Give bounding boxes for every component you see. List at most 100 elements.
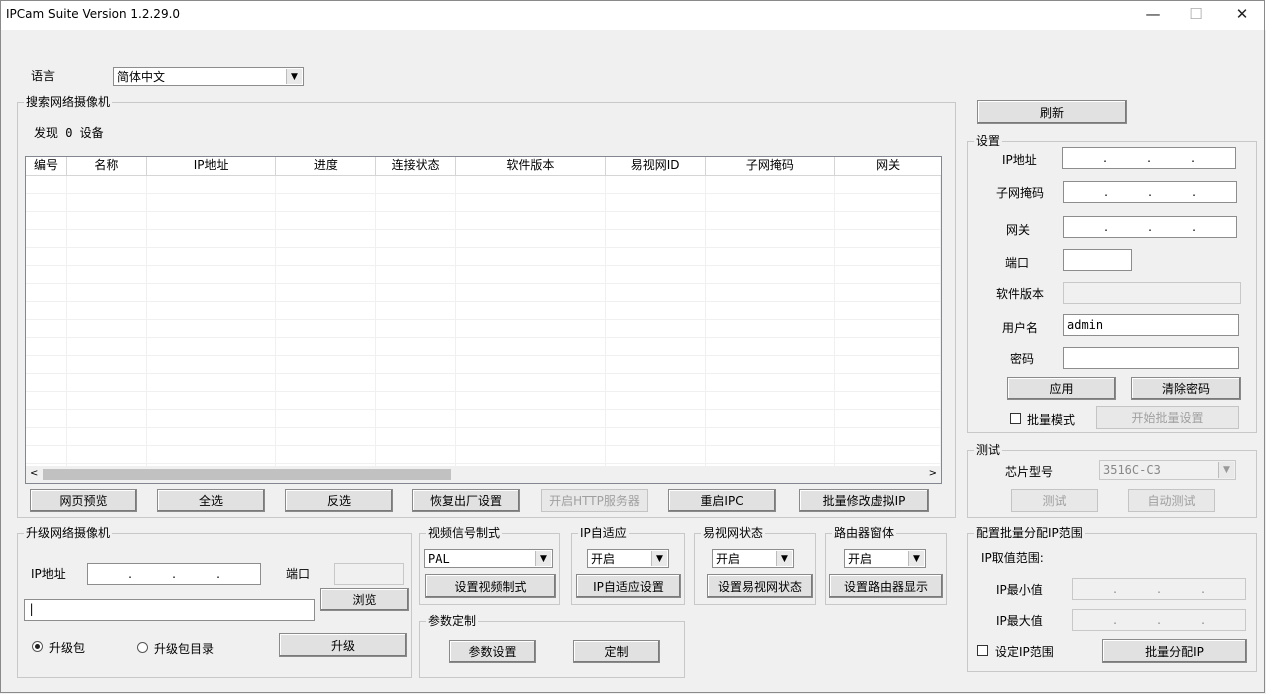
column-header[interactable]: 网关 bbox=[835, 157, 941, 175]
video-standard-select[interactable]: PAL ▼ bbox=[424, 549, 553, 568]
start-batch-button[interactable]: 开始批量设置 bbox=[1096, 406, 1239, 429]
scroll-right-icon[interactable]: > bbox=[929, 468, 937, 479]
column-header[interactable]: 连接状态 bbox=[376, 157, 457, 175]
set-video-standard-button[interactable]: 设置视频制式 bbox=[425, 574, 556, 598]
param-settings-button[interactable]: 参数设置 bbox=[449, 640, 536, 663]
set-ip-range-label: 设定IP范围 bbox=[995, 645, 1054, 659]
upgrade-button[interactable]: 升级 bbox=[279, 633, 407, 657]
table-cell bbox=[606, 446, 706, 463]
web-preview-button[interactable]: 网页预览 bbox=[30, 489, 137, 512]
chevron-down-icon: ▼ bbox=[1218, 462, 1234, 478]
table-cell bbox=[835, 446, 941, 463]
ip-min-label: IP最小值 bbox=[996, 583, 1043, 597]
table-cell bbox=[456, 338, 606, 355]
table-cell bbox=[456, 230, 606, 247]
set-ysw-status-button[interactable]: 设置易视网状态 bbox=[707, 574, 813, 598]
table-cell bbox=[67, 212, 147, 229]
gateway-field[interactable]: ... bbox=[1063, 216, 1237, 238]
batch-ip-legend: 配置批量分配IP范围 bbox=[974, 525, 1085, 541]
table-cell bbox=[26, 302, 67, 319]
maximize-button[interactable]: ☐ bbox=[1173, 0, 1219, 30]
scroll-left-icon[interactable]: < bbox=[30, 468, 38, 479]
apply-button[interactable]: 应用 bbox=[1007, 377, 1116, 400]
horizontal-scrollbar[interactable]: < > bbox=[26, 466, 941, 483]
factory-reset-button[interactable]: 恢复出厂设置 bbox=[412, 489, 520, 512]
ysw-status-select[interactable]: 开启 ▼ bbox=[712, 549, 794, 568]
column-header[interactable]: 编号 bbox=[26, 157, 67, 175]
upgrade-ip-field[interactable]: ... bbox=[87, 563, 261, 585]
select-all-button[interactable]: 全选 bbox=[157, 489, 265, 512]
table-cell bbox=[376, 374, 457, 391]
scroll-thumb[interactable] bbox=[43, 469, 451, 480]
column-header[interactable]: 软件版本 bbox=[456, 157, 606, 175]
set-ip-range-checkbox[interactable] bbox=[977, 645, 988, 656]
batch-assign-ip-button[interactable]: 批量分配IP bbox=[1102, 639, 1247, 663]
table-cell bbox=[456, 428, 606, 445]
password-field[interactable] bbox=[1063, 347, 1239, 369]
upgrade-file-path[interactable]: | bbox=[24, 599, 315, 621]
table-cell bbox=[456, 176, 606, 193]
column-header[interactable]: 进度 bbox=[276, 157, 377, 175]
set-router-display-button[interactable]: 设置路由器显示 bbox=[829, 574, 943, 598]
auto-test-button[interactable]: 自动测试 bbox=[1128, 489, 1215, 512]
refresh-button[interactable]: 刷新 bbox=[977, 100, 1127, 124]
ip-address-field[interactable]: ... bbox=[1062, 147, 1236, 169]
subnet-mask-field[interactable]: ... bbox=[1063, 181, 1237, 203]
close-button[interactable]: ✕ bbox=[1219, 0, 1265, 30]
table-cell bbox=[147, 176, 277, 193]
router-window-value: 开启 bbox=[848, 552, 873, 566]
table-cell bbox=[606, 302, 706, 319]
column-header[interactable]: 名称 bbox=[66, 157, 147, 175]
table-cell bbox=[706, 338, 836, 355]
clear-password-button[interactable]: 清除密码 bbox=[1131, 377, 1241, 400]
column-header[interactable]: IP地址 bbox=[146, 157, 277, 175]
username-field[interactable]: admin bbox=[1063, 314, 1239, 336]
ip-adapt-select[interactable]: 开启 ▼ bbox=[587, 549, 669, 568]
invert-selection-button[interactable]: 反选 bbox=[285, 489, 393, 512]
browse-button[interactable]: 浏览 bbox=[320, 588, 409, 611]
reboot-ipc-button[interactable]: 重启IPC bbox=[668, 489, 776, 512]
table-cell bbox=[147, 356, 277, 373]
table-cell bbox=[456, 392, 606, 409]
batch-virtual-ip-button[interactable]: 批量修改虚拟IP bbox=[799, 489, 929, 512]
table-cell bbox=[835, 410, 941, 427]
table-cell bbox=[147, 410, 277, 427]
upgrade-package-label: 升级包 bbox=[49, 641, 86, 655]
column-header[interactable]: 易视网ID bbox=[605, 157, 706, 175]
upgrade-package-radio[interactable] bbox=[32, 641, 43, 652]
router-window-select[interactable]: 开启 ▼ bbox=[844, 549, 926, 568]
table-cell bbox=[456, 284, 606, 301]
table-cell bbox=[147, 230, 277, 247]
table-cell bbox=[606, 428, 706, 445]
table-cell bbox=[456, 356, 606, 373]
language-select[interactable]: 简体中文 ▼ bbox=[113, 67, 304, 86]
table-cell bbox=[835, 248, 941, 265]
http-server-button[interactable]: 开启HTTP服务器 bbox=[541, 489, 648, 512]
port-field[interactable] bbox=[1063, 249, 1132, 271]
table-cell bbox=[276, 302, 377, 319]
test-button[interactable]: 测试 bbox=[1011, 489, 1098, 512]
table-cell bbox=[276, 194, 377, 211]
table-cell bbox=[376, 392, 457, 409]
customize-button[interactable]: 定制 bbox=[573, 640, 660, 663]
table-row bbox=[26, 320, 941, 338]
table-cell bbox=[606, 410, 706, 427]
table-cell bbox=[147, 320, 277, 337]
column-header[interactable]: 子网掩码 bbox=[705, 157, 836, 175]
ip-adapt-settings-button[interactable]: IP自适应设置 bbox=[576, 574, 681, 598]
minimize-button[interactable]: — bbox=[1130, 0, 1176, 30]
table-cell bbox=[147, 392, 277, 409]
ip-min-field: ... bbox=[1072, 578, 1246, 600]
table-cell bbox=[276, 266, 377, 283]
upgrade-directory-radio[interactable] bbox=[137, 642, 148, 653]
list-header: 编号 名称 IP地址 进度 连接状态 软件版本 易视网ID 子网掩码 网关 bbox=[26, 157, 941, 176]
device-list[interactable]: 编号 名称 IP地址 进度 连接状态 软件版本 易视网ID 子网掩码 网关 < … bbox=[25, 156, 942, 484]
software-version-field bbox=[1063, 282, 1241, 304]
table-row bbox=[26, 230, 941, 248]
batch-mode-checkbox[interactable] bbox=[1010, 413, 1021, 424]
table-cell bbox=[376, 410, 457, 427]
table-cell bbox=[67, 194, 147, 211]
upgrade-port-label: 端口 bbox=[286, 567, 311, 581]
software-version-label: 软件版本 bbox=[996, 287, 1045, 301]
ip-max-label: IP最大值 bbox=[996, 614, 1043, 628]
